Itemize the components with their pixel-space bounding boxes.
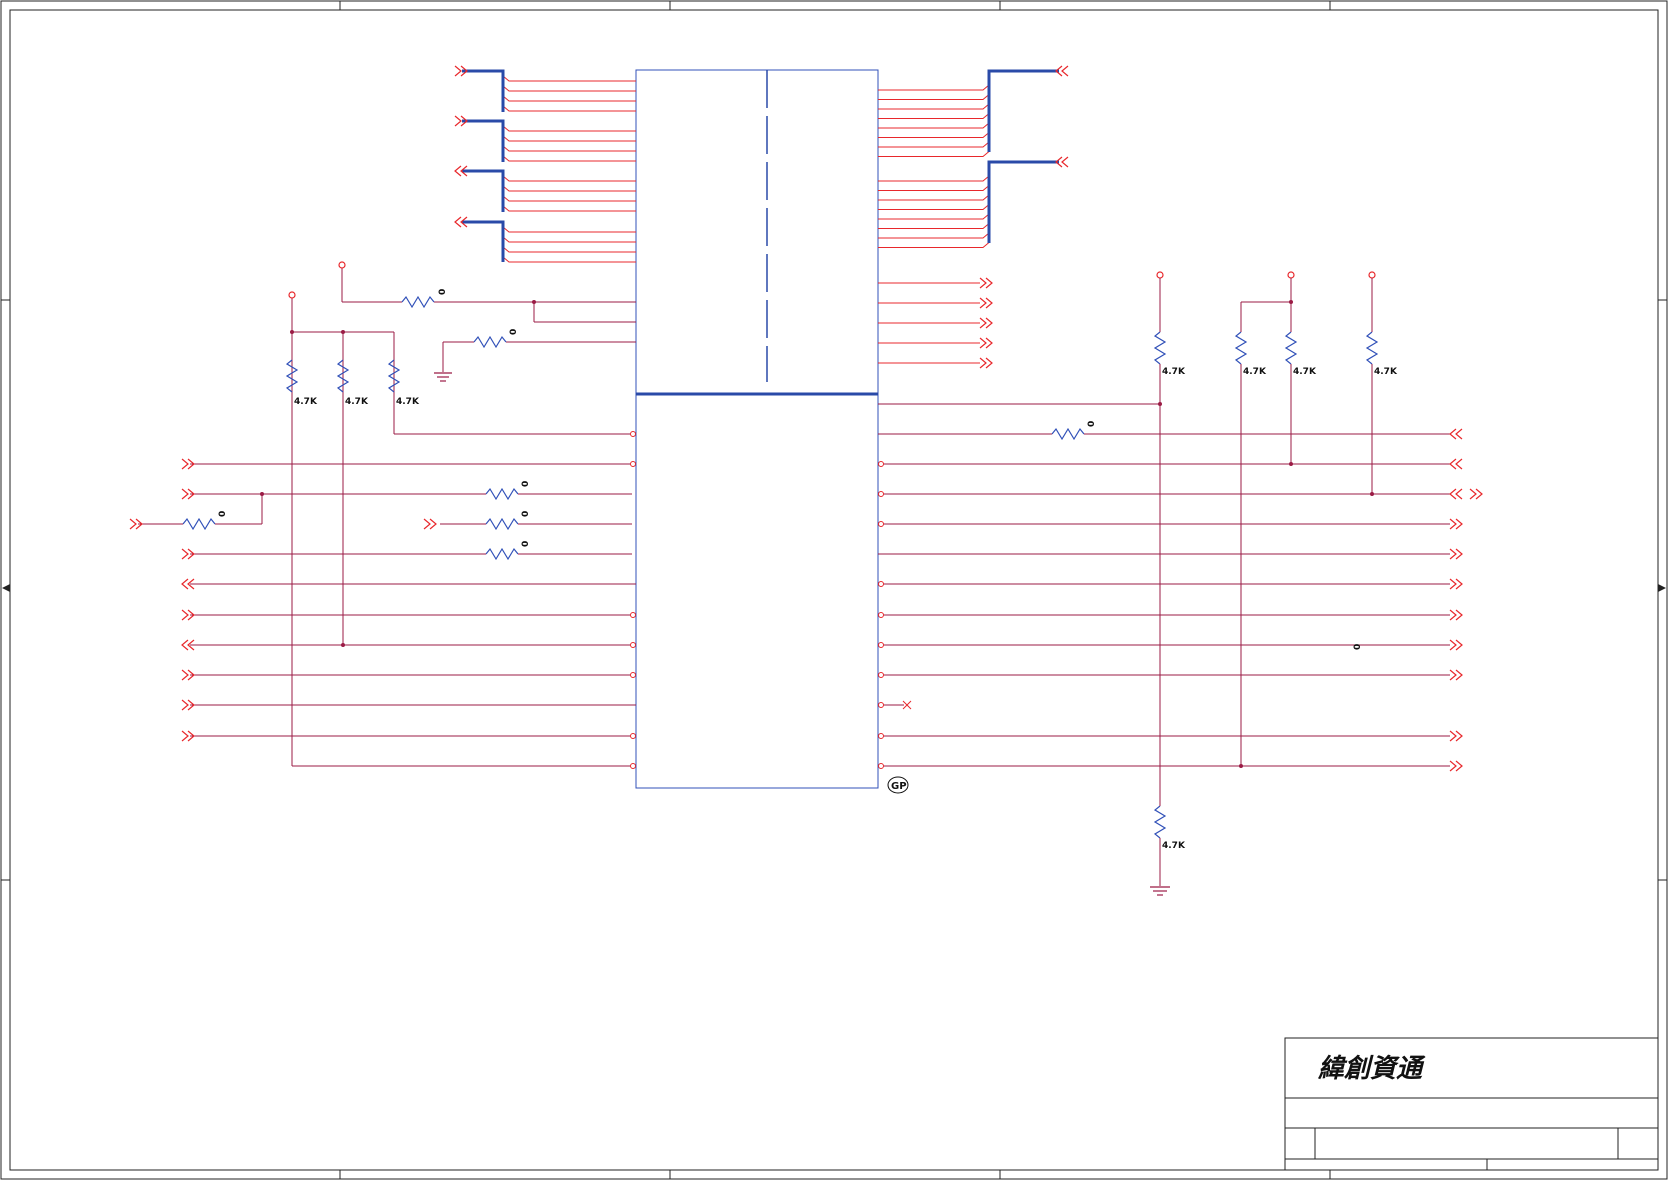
bus-pin-wire xyxy=(502,195,636,202)
left-bus-pins xyxy=(502,75,636,263)
bus-pin-wire xyxy=(502,185,636,192)
bus-pin-wire xyxy=(878,204,990,210)
resistor-label: 0 xyxy=(1353,644,1363,650)
bus-pin-wire xyxy=(878,194,990,201)
bus-pin-wire xyxy=(878,103,990,110)
bus-pin-wire xyxy=(878,113,990,119)
bus-pin-wire xyxy=(502,95,636,102)
bus-pin-wire xyxy=(502,125,636,132)
chip-reference-label: GP xyxy=(891,781,907,792)
bus-pin-wire xyxy=(878,84,990,91)
resistor-label: 4.7K xyxy=(345,397,369,407)
frame-zone-ticks xyxy=(1,1,1667,1179)
right-bus-pins xyxy=(878,84,990,248)
chip-body xyxy=(635,69,879,789)
bus-pin-wire xyxy=(502,175,636,182)
bus-pin-wire xyxy=(878,141,990,148)
bus-pin-wire xyxy=(502,135,636,142)
resistor-label: 0 xyxy=(521,511,531,517)
bus-pin-wire xyxy=(878,242,990,248)
frame-center-arrow-right xyxy=(1658,584,1666,592)
bus-pin-wire xyxy=(878,185,990,191)
right-junctions xyxy=(1158,300,1374,768)
resistor-label: 0 xyxy=(1087,421,1097,427)
schematic-sheet: 0 0 0 0 0 0 0 0 4.7K 4.7K 4.7K 4.7K 4.7K… xyxy=(0,0,1668,1180)
resistor-label: 0 xyxy=(509,329,519,335)
frame-center-arrow-left xyxy=(2,584,10,592)
bus-pin-wire xyxy=(878,94,990,100)
left-signal-rows xyxy=(138,463,636,737)
resistor-label: 4.7K xyxy=(1243,367,1267,377)
resistor-label: 4.7K xyxy=(1162,841,1186,851)
bus-pin-wire xyxy=(502,105,636,112)
resistor-label: 0 xyxy=(521,481,531,487)
bus-pin-wire xyxy=(878,151,990,157)
ground-symbol-icon xyxy=(434,372,1170,896)
resistor-label: 4.7K xyxy=(1293,367,1317,377)
bus-pin-wire xyxy=(502,75,636,82)
top-left-network xyxy=(291,268,636,767)
bus-pin-wire xyxy=(502,85,636,92)
bus-pin-wire xyxy=(502,226,636,233)
resistor-label: 4.7K xyxy=(294,397,318,407)
bus-pin-wire xyxy=(878,223,990,229)
bus-pin-wire xyxy=(878,122,990,129)
resistor-label: 4.7K xyxy=(396,397,420,407)
chip-reference: GP xyxy=(887,776,909,794)
bus-pin-wire xyxy=(878,132,990,138)
resistor-label: 4.7K xyxy=(1374,367,1398,377)
right-buses xyxy=(987,69,1059,243)
company-name: 緯創資通 xyxy=(1317,1054,1426,1084)
left-buses xyxy=(462,69,505,262)
resistor-label: 0 xyxy=(438,289,448,295)
bus-pin-wire xyxy=(502,246,636,253)
bus-pin-wire xyxy=(878,232,990,239)
power-rail-circle-icon xyxy=(288,261,1376,299)
sheet-frame xyxy=(0,0,1668,1180)
left-pin-circles xyxy=(630,431,636,769)
bus-pin-wire xyxy=(878,213,990,220)
bus-pin-wire xyxy=(502,205,636,212)
right-pin-stubs xyxy=(878,282,980,364)
zigzag-resistor-icon xyxy=(182,295,1379,839)
double-chevron-connector-icon[interactable] xyxy=(129,458,437,742)
bus-pin-wire xyxy=(502,145,636,152)
no-connect-mark xyxy=(902,700,912,710)
resistor-label: 0 xyxy=(218,511,228,517)
bus-pin-wire xyxy=(502,155,636,162)
right-pin-circles xyxy=(878,461,884,769)
resistor-label: 0 xyxy=(521,541,531,547)
bus-pin-wire xyxy=(502,236,636,243)
bus-pin-wire xyxy=(502,256,636,263)
resistor-label: 4.7K xyxy=(1162,367,1186,377)
left-junctions xyxy=(260,300,536,647)
bus-pin-wire xyxy=(878,175,990,182)
